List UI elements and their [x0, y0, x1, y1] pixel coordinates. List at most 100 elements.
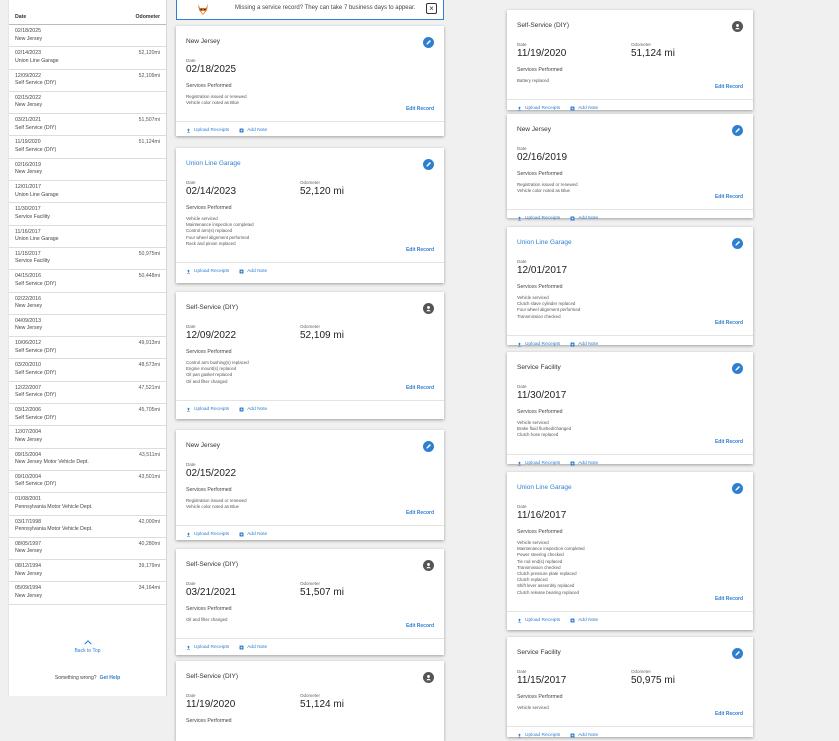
date-label: Date — [186, 693, 196, 698]
table-row[interactable]: 05/09/1994 New Jersey 34,164mi — [9, 582, 166, 605]
add-note-button[interactable]: Add Note — [570, 733, 598, 738]
user-icon[interactable] — [423, 303, 434, 314]
user-icon[interactable] — [423, 560, 434, 571]
add-note-button[interactable]: Add Note — [570, 618, 598, 623]
row-source: Self Service (DIY) — [15, 392, 57, 399]
upload-receipts-button[interactable]: Upload Receipts — [186, 128, 229, 133]
table-row[interactable]: 02/18/2025 New Jersey — [9, 25, 166, 48]
table-row[interactable]: 11/30/2017 Service Facility — [9, 203, 166, 226]
edit-record-link[interactable]: Edit Record — [715, 711, 743, 717]
pencil-icon[interactable] — [423, 441, 434, 452]
add-note-button[interactable]: Add Note — [570, 106, 598, 111]
add-note-button[interactable]: Add Note — [239, 645, 267, 650]
edit-record-link[interactable]: Edit Record — [715, 194, 743, 200]
upload-receipts-button[interactable]: Upload Receipts — [517, 618, 560, 623]
table-row[interactable]: 11/19/2020 Self Service (DIY) 51,124mi — [9, 136, 166, 159]
service-item: Transmission checked — [517, 313, 561, 319]
table-row[interactable]: 02/22/2016 New Jersey — [9, 293, 166, 315]
add-note-button[interactable]: Add Note — [239, 407, 267, 412]
row-date: 12/09/2022 — [15, 72, 41, 79]
pencil-icon[interactable] — [732, 125, 743, 136]
table-row[interactable]: 01/08/2001 Pennsylvania Motor Vehicle Dep… — [9, 493, 166, 516]
add-note-button[interactable]: Add Note — [570, 216, 598, 221]
table-row[interactable]: 03/17/1998 Pennsylvania Motor Vehicle Dep… — [9, 516, 166, 538]
header-odometer: Odometer — [135, 14, 160, 20]
upload-receipts-button[interactable]: Upload Receipts — [186, 532, 229, 537]
table-row[interactable]: 12/07/2004 New Jersey — [9, 426, 166, 449]
table-row[interactable]: 04/09/2013 New Jersey — [9, 315, 166, 338]
person-glyph — [426, 306, 431, 312]
add-note-button[interactable]: Add Note — [570, 342, 598, 347]
edit-record-link[interactable]: Edit Record — [406, 510, 434, 516]
edit-record-link[interactable]: Edit Record — [406, 385, 434, 391]
add-note-button[interactable]: Add Note — [239, 532, 267, 537]
table-row[interactable]: 11/15/2017 Service Facility 50,975mi — [9, 248, 166, 271]
edit-record-link[interactable]: Edit Record — [406, 106, 434, 112]
row-source: New Jersey — [15, 592, 43, 599]
table-row[interactable]: 02/16/2019 New Jersey — [9, 159, 166, 182]
add-note-label: Add Note — [578, 460, 599, 466]
add-note-button[interactable]: Add Note — [570, 461, 598, 466]
row-source: Service Facility — [15, 213, 50, 220]
close-icon[interactable]: × — [426, 3, 437, 14]
table-row[interactable]: 08/05/1997 New Jersey 40,280mi — [9, 538, 166, 561]
row-source: Pennsylvania Motor Vehicle Dept. — [15, 503, 93, 510]
table-row[interactable]: 03/20/2010 Self Service (DIY) 48,573mi — [9, 359, 166, 382]
table-row[interactable]: 09/10/2004 Self Service (DIY) 43,501mi — [9, 471, 166, 494]
card-footer: Upload Receipts Add Note — [517, 106, 598, 111]
table-row[interactable]: 02/14/2023 Union Line Garage 52,120mi — [9, 47, 166, 70]
row-odometer: 51,507mi — [138, 117, 160, 124]
get-help-link[interactable]: Get Help — [100, 675, 121, 681]
pencil-icon[interactable] — [732, 648, 743, 659]
table-row[interactable]: 08/12/1994 New Jersey 39,179mi — [9, 560, 166, 583]
table-row[interactable]: 12/09/2022 Self Service (DIY) 52,109mi — [9, 70, 166, 92]
record-source[interactable]: Union Line Garage — [186, 160, 241, 167]
edit-record-link[interactable]: Edit Record — [406, 247, 434, 253]
upload-receipts-button[interactable]: Upload Receipts — [186, 269, 229, 274]
add-note-button[interactable]: Add Note — [239, 128, 267, 133]
pencil-icon[interactable] — [732, 238, 743, 249]
upload-receipts-button[interactable]: Upload Receipts — [517, 342, 560, 347]
pencil-icon[interactable] — [423, 159, 434, 170]
record-source[interactable]: Union Line Garage — [517, 239, 572, 246]
table-row[interactable]: 03/12/2006 Self Service (DIY) 45,705mi — [9, 404, 166, 427]
record-source[interactable]: Union Line Garage — [517, 484, 572, 491]
table-row[interactable]: 09/15/2004 New Jersey Motor Vehicle Dept.… — [9, 449, 166, 471]
add-note-button[interactable]: Add Note — [239, 269, 267, 274]
table-row[interactable]: 10/06/2012 Self Service (DIY) 49,913mi — [9, 337, 166, 360]
date-label: Date — [517, 384, 527, 389]
table-row[interactable]: 11/16/2017 Union Line Garage — [9, 226, 166, 248]
table-row[interactable]: 04/15/2016 Self Service (DIY) 50,448mi — [9, 270, 166, 293]
row-source: Union Line Garage — [15, 236, 59, 243]
row-info: 11/16/2017 Union Line Garage — [15, 229, 59, 244]
row-date: 10/06/2012 — [15, 340, 41, 347]
row-odometer: 39,179mi — [138, 563, 160, 570]
table-row[interactable]: 12/22/2007 Self Service (DIY) 47,521mi — [9, 382, 166, 405]
edit-record-link[interactable]: Edit Record — [715, 84, 743, 90]
upload-receipts-button[interactable]: Upload Receipts — [186, 645, 229, 650]
row-source: New Jersey — [15, 325, 43, 332]
upload-receipts-button[interactable]: Upload Receipts — [517, 461, 560, 466]
row-source: New Jersey — [15, 548, 43, 555]
user-icon[interactable] — [732, 21, 743, 32]
row-date: 02/14/2023 — [15, 50, 41, 57]
table-row[interactable]: 02/15/2022 New Jersey — [9, 92, 166, 115]
row-info: 01/08/2001 Pennsylvania Motor Vehicle Dep… — [15, 496, 93, 511]
back-to-top-link[interactable]: Back to Top — [9, 640, 166, 654]
edit-record-link[interactable]: Edit Record — [406, 623, 434, 629]
pencil-icon[interactable] — [732, 363, 743, 374]
edit-record-link[interactable]: Edit Record — [715, 320, 743, 326]
upload-receipts-button[interactable]: Upload Receipts — [517, 216, 560, 221]
pencil-icon[interactable] — [423, 37, 434, 48]
upload-receipts-button[interactable]: Upload Receipts — [517, 106, 560, 111]
table-row[interactable]: 03/21/2021 Self Service (DIY) 51,507mi — [9, 114, 166, 137]
upload-receipts-button[interactable]: Upload Receipts — [517, 733, 560, 738]
table-row[interactable]: 12/01/2017 Union Line Garage — [9, 181, 166, 204]
date-label: Date — [186, 462, 196, 467]
user-icon[interactable] — [423, 672, 434, 683]
row-info: 02/22/2016 New Jersey — [15, 296, 42, 311]
upload-receipts-button[interactable]: Upload Receipts — [186, 407, 229, 412]
edit-record-link[interactable]: Edit Record — [715, 596, 743, 602]
edit-record-link[interactable]: Edit Record — [715, 439, 743, 445]
pencil-icon[interactable] — [732, 483, 743, 494]
